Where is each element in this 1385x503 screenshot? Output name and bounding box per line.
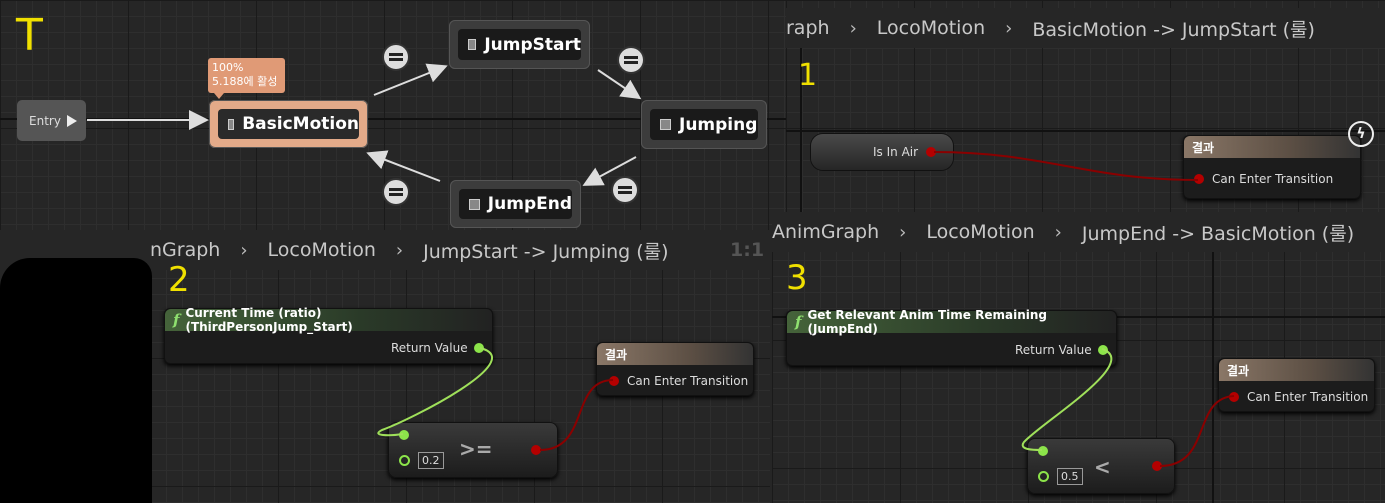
tooltip-time: 5.188에 활성 [212, 75, 278, 88]
active-tooltip: 100% 5.188에 활성 [208, 58, 285, 99]
rule-graph-1: raph › LocoMotion › BasicMotion -> JumpS… [786, 0, 1385, 222]
rule-graph-2: nGraph › LocoMotion › JumpStart -> Jumpi… [150, 230, 770, 503]
wires [377, 347, 614, 451]
state-label: BasicMotion [242, 114, 359, 134]
lightning-icon[interactable]: ϟ [1348, 121, 1374, 147]
state-label: Jumping [679, 114, 758, 135]
state-icon [468, 39, 477, 50]
tooltip-percent: 100% [212, 61, 244, 74]
transition-rule-icon[interactable] [384, 180, 408, 204]
state-jumpstart[interactable]: JumpStart [449, 20, 590, 69]
state-jumpend[interactable]: JumpEnd [450, 180, 581, 228]
state-jumping[interactable]: Jumping [641, 100, 767, 149]
state-machine-graph: Entry 100% 5.188에 활성 BasicMotion JumpSta… [0, 0, 790, 230]
annotation-t: T [16, 10, 43, 61]
entry-arrow-icon [66, 114, 77, 127]
state-icon [469, 198, 480, 210]
transition-rule-icon[interactable] [384, 45, 408, 69]
state-label: JumpStart [484, 34, 581, 55]
transition-rule-icon[interactable] [613, 178, 637, 202]
wire [933, 151, 1199, 181]
state-basicmotion[interactable]: BasicMotion [209, 100, 368, 148]
state-icon [228, 118, 235, 130]
redacted-area [0, 258, 152, 503]
state-icon [660, 119, 671, 130]
wires [1021, 348, 1235, 467]
state-label: JumpEnd [487, 194, 572, 214]
transition-rule-icon[interactable] [619, 48, 643, 72]
rule-graph-3: AnimGraph › LocoMotion › JumpEnd -> Basi… [772, 212, 1385, 503]
entry-label: Entry [29, 113, 61, 128]
entry-node[interactable]: Entry [17, 100, 86, 141]
